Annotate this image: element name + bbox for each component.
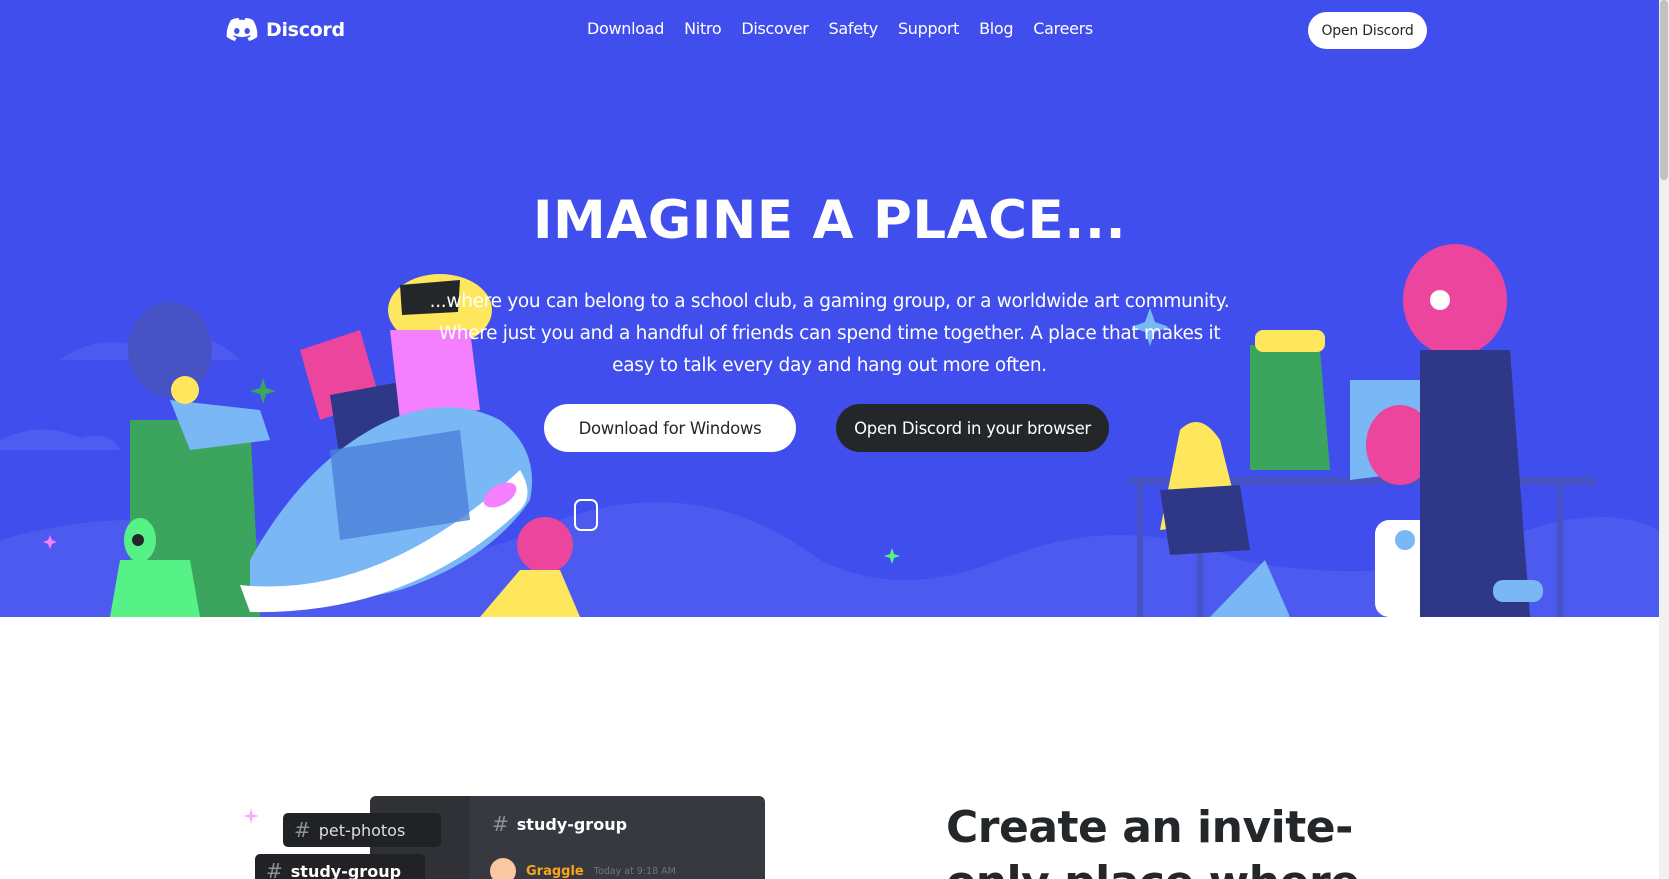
channel-pill-pet-photos: # pet-photos — [283, 813, 441, 847]
page-scrollbar[interactable] — [1659, 0, 1669, 879]
top-nav: Discord Download Nitro Discover Safety S… — [0, 0, 1659, 60]
hash-icon: # — [266, 859, 283, 879]
nav-link-safety[interactable]: Safety — [829, 19, 879, 38]
channel-pill-label: pet-photos — [318, 820, 406, 840]
download-windows-button[interactable]: Download for Windows — [544, 404, 796, 452]
hero-section: Discord Download Nitro Discover Safety S… — [0, 0, 1659, 617]
hash-icon: # — [294, 818, 311, 842]
open-browser-label: Open Discord in your browser — [854, 418, 1091, 438]
channel-header-name: study-group — [516, 814, 628, 834]
nav-links: Download Nitro Discover Safety Support B… — [587, 19, 1093, 38]
open-discord-button[interactable]: Open Discord — [1308, 12, 1427, 49]
nav-link-nitro[interactable]: Nitro — [684, 19, 722, 38]
section-title: Create an invite-only place where — [946, 802, 1360, 879]
sparkle-icon — [243, 808, 259, 824]
brand-name: Discord — [266, 19, 345, 41]
scrollbar-thumb[interactable] — [1660, 0, 1668, 180]
channel-header: # study-group — [492, 812, 627, 836]
nav-link-download[interactable]: Download — [587, 19, 664, 38]
open-browser-button[interactable]: Open Discord in your browser — [836, 404, 1109, 452]
nav-link-blog[interactable]: Blog — [979, 19, 1013, 38]
avatar — [490, 858, 516, 879]
message-timestamp: Today at 9:18 AM — [593, 865, 676, 877]
chat-message: Graggle Today at 9:18 AM — [490, 858, 676, 879]
discord-logo[interactable]: Discord — [226, 16, 345, 44]
hash-icon: # — [492, 812, 509, 836]
channel-pill-study-group: # study-group — [255, 854, 425, 879]
nav-link-support[interactable]: Support — [898, 19, 959, 38]
message-author: Graggle — [526, 863, 584, 879]
discord-logo-icon — [226, 18, 258, 41]
hero-subtitle: ...where you can belong to a school club… — [429, 291, 1230, 376]
nav-link-careers[interactable]: Careers — [1033, 19, 1093, 38]
nav-link-discover[interactable]: Discover — [741, 19, 808, 38]
download-windows-label: Download for Windows — [578, 418, 762, 438]
hero-title: IMAGINE A PLACE... — [532, 190, 1127, 251]
channel-pill-label: study-group — [290, 861, 402, 879]
